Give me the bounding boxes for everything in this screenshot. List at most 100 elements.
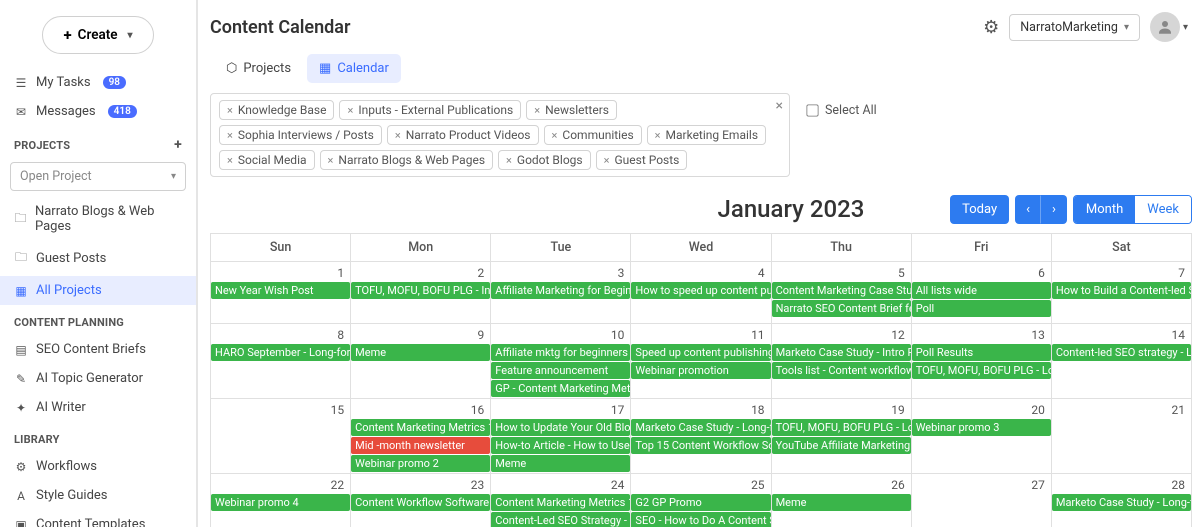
gear-icon[interactable]: ⚙: [983, 17, 999, 38]
remove-chip-icon[interactable]: ×: [655, 129, 661, 142]
calendar-cell[interactable]: 15: [211, 399, 351, 474]
filter-chip[interactable]: ×Godot Blogs: [498, 150, 591, 170]
calendar-cell[interactable]: 1New Year Wish Post: [211, 262, 351, 324]
calendar-cell[interactable]: 12Marketo Case Study - Intro PostTools l…: [771, 324, 911, 399]
filter-chip[interactable]: ×Marketing Emails: [647, 125, 766, 145]
remove-chip-icon[interactable]: ×: [534, 104, 540, 117]
sidebar-item-ai-writer[interactable]: ✦ AI Writer: [0, 393, 196, 422]
calendar-event[interactable]: How to Build a Content-led SEO St: [1052, 282, 1191, 299]
calendar-event[interactable]: GP - Content Marketing Metrics 10: [491, 380, 630, 397]
calendar-cell[interactable]: 19TOFU, MOFU, BOFU PLG - Long-foYouTube …: [771, 399, 911, 474]
calendar-event[interactable]: TOFU, MOFU, BOFU PLG - Long-fo: [772, 419, 911, 436]
tab-calendar[interactable]: ▦ Calendar: [307, 54, 401, 83]
calendar-event[interactable]: Poll Results: [912, 344, 1051, 361]
calendar-event[interactable]: YouTube Affiliate Marketing: [772, 437, 911, 454]
calendar-cell[interactable]: 23Content Workflow Software - Long: [351, 474, 491, 527]
calendar-event[interactable]: Content-led SEO strategy - Long-f: [1052, 344, 1191, 361]
sidebar-item-ai-topic[interactable]: ✎ AI Topic Generator: [0, 364, 196, 393]
calendar-event[interactable]: New Year Wish Post: [211, 282, 350, 299]
filter-chip[interactable]: ×Narrato Blogs & Web Pages: [320, 150, 493, 170]
calendar-event[interactable]: TOFU, MOFU, BOFU PLG - Intro Po: [351, 282, 490, 299]
remove-chip-icon[interactable]: ×: [328, 154, 334, 167]
calendar-event[interactable]: G2 GP Promo: [631, 494, 770, 511]
calendar-cell[interactable]: 11Speed up content publishing - LonWebin…: [631, 324, 771, 399]
calendar-event[interactable]: SEO - How to Do A Content SEO A: [631, 512, 770, 527]
nav-my-tasks[interactable]: ☰ My Tasks 98: [0, 68, 196, 97]
calendar-event[interactable]: Mid -month newsletter: [351, 437, 490, 454]
filter-chip[interactable]: ×Knowledge Base: [219, 100, 334, 120]
calendar-cell[interactable]: 25G2 GP PromoSEO - How to Do A Content S…: [631, 474, 771, 527]
filter-chip[interactable]: ×Guest Posts: [596, 150, 688, 170]
calendar-event[interactable]: All lists wide: [912, 282, 1051, 299]
remove-chip-icon[interactable]: ×: [227, 104, 233, 117]
filter-chip[interactable]: ×Sophia Interviews / Posts: [219, 125, 382, 145]
calendar-cell[interactable]: 16Content Marketing Metrics 101 - PMid -…: [351, 399, 491, 474]
calendar-cell[interactable]: 14Content-led SEO strategy - Long-f: [1051, 324, 1191, 399]
calendar-cell[interactable]: 10Affiliate mktg for beginners - LongFea…: [491, 324, 631, 399]
remove-chip-icon[interactable]: ×: [604, 154, 610, 167]
calendar-cell[interactable]: 26Meme: [771, 474, 911, 527]
nav-messages[interactable]: ✉ Messages 418: [0, 97, 196, 126]
add-project-icon[interactable]: +: [174, 137, 182, 153]
filter-chips[interactable]: ×Knowledge Base×Inputs - External Public…: [210, 93, 790, 177]
calendar-cell[interactable]: 18Marketo Case Study - Long-form pTop 15…: [631, 399, 771, 474]
calendar-cell[interactable]: 28Marketo Case Study - Long-form p: [1051, 474, 1191, 527]
calendar-cell[interactable]: 4How to speed up content publishin: [631, 262, 771, 324]
calendar-event[interactable]: Marketo Case Study - Long-form p: [1052, 494, 1191, 511]
chevron-down-icon[interactable]: ▾: [1183, 22, 1188, 33]
filter-chip[interactable]: ×Narrato Product Videos: [387, 125, 539, 145]
calendar-event[interactable]: Marketo Case Study - Intro Post: [772, 344, 911, 361]
sidebar-item-workflows[interactable]: ⚙ Workflows: [0, 452, 196, 481]
calendar-event[interactable]: Speed up content publishing - Lon: [631, 344, 770, 361]
calendar-event[interactable]: Affiliate mktg for beginners - Long: [491, 344, 630, 361]
today-button[interactable]: Today: [950, 195, 1009, 224]
calendar-event[interactable]: How to speed up content publishin: [631, 282, 770, 299]
sidebar-item-all-projects[interactable]: ▦ All Projects: [0, 276, 196, 305]
calendar-event[interactable]: Content Marketing Metrics 101 - P: [491, 494, 630, 511]
remove-chip-icon[interactable]: ×: [227, 154, 233, 167]
calendar-cell[interactable]: 7How to Build a Content-led SEO St: [1051, 262, 1191, 324]
sidebar-item-style-guides[interactable]: A Style Guides: [0, 481, 196, 510]
calendar-cell[interactable]: 17How to Update Your Old Blog PostHow-to…: [491, 399, 631, 474]
calendar-event[interactable]: Marketo Case Study - Long-form p: [631, 419, 770, 436]
calendar-event[interactable]: Top 15 Content Workflow Softwar: [631, 437, 770, 454]
prev-button[interactable]: ‹: [1015, 195, 1041, 224]
select-all-checkbox[interactable]: [806, 104, 818, 116]
calendar-event[interactable]: How-to Article - How to Use Goog: [491, 437, 630, 454]
calendar-cell[interactable]: 2TOFU, MOFU, BOFU PLG - Intro Po: [351, 262, 491, 324]
calendar-event[interactable]: Content-Led SEO Strategy - Long-: [491, 512, 630, 527]
filter-chip[interactable]: ×Newsletters: [526, 100, 617, 120]
calendar-event[interactable]: Webinar promotion: [631, 362, 770, 379]
calendar-event[interactable]: Webinar promo 3: [912, 419, 1051, 436]
sidebar-item-narrato-blogs[interactable]: 🗀 Narrato Blogs & Web Pages: [0, 197, 196, 241]
remove-chip-icon[interactable]: ×: [347, 104, 353, 117]
select-all[interactable]: Select All: [806, 103, 877, 118]
sidebar-item-seo-briefs[interactable]: ▤ SEO Content Briefs: [0, 335, 196, 364]
remove-chip-icon[interactable]: ×: [552, 129, 558, 142]
calendar-event[interactable]: Feature announcement: [491, 362, 630, 379]
calendar-cell[interactable]: 24Content Marketing Metrics 101 - PConte…: [491, 474, 631, 527]
calendar-cell[interactable]: 3Affiliate Marketing for Beginners -: [491, 262, 631, 324]
calendar-event[interactable]: Webinar promo 2: [351, 455, 490, 472]
calendar-cell[interactable]: 13Poll ResultsTOFU, MOFU, BOFU PLG - Lon…: [911, 324, 1051, 399]
filter-chip[interactable]: ×Social Media: [219, 150, 315, 170]
calendar-event[interactable]: Webinar promo 4: [211, 494, 350, 511]
calendar-cell[interactable]: 5Content Marketing Case Study: MaNarrato…: [771, 262, 911, 324]
calendar-cell[interactable]: 22Webinar promo 4: [211, 474, 351, 527]
open-project-select[interactable]: Open Project ▾: [10, 162, 186, 191]
remove-chip-icon[interactable]: ×: [506, 154, 512, 167]
calendar-event[interactable]: Content Marketing Case Study: Ma: [772, 282, 911, 299]
calendar-event[interactable]: Tools list - Content workflow softw: [772, 362, 911, 379]
calendar-event[interactable]: Content Marketing Metrics 101 - P: [351, 419, 490, 436]
calendar-event[interactable]: Narrato SEO Content Brief feature: [772, 300, 911, 317]
tab-projects[interactable]: ⬡ Projects: [214, 54, 303, 83]
clear-filters-icon[interactable]: ×: [776, 98, 783, 114]
calendar-cell[interactable]: 21: [1051, 399, 1191, 474]
sidebar-item-templates[interactable]: ▣ Content Templates: [0, 510, 196, 527]
next-button[interactable]: ›: [1041, 195, 1067, 224]
calendar-event[interactable]: Meme: [351, 344, 490, 361]
view-month[interactable]: Month: [1074, 196, 1135, 223]
calendar-event[interactable]: Affiliate Marketing for Beginners -: [491, 282, 630, 299]
calendar-event[interactable]: Meme: [772, 494, 911, 511]
sidebar-item-guest-posts[interactable]: 🗀 Guest Posts: [0, 241, 196, 276]
